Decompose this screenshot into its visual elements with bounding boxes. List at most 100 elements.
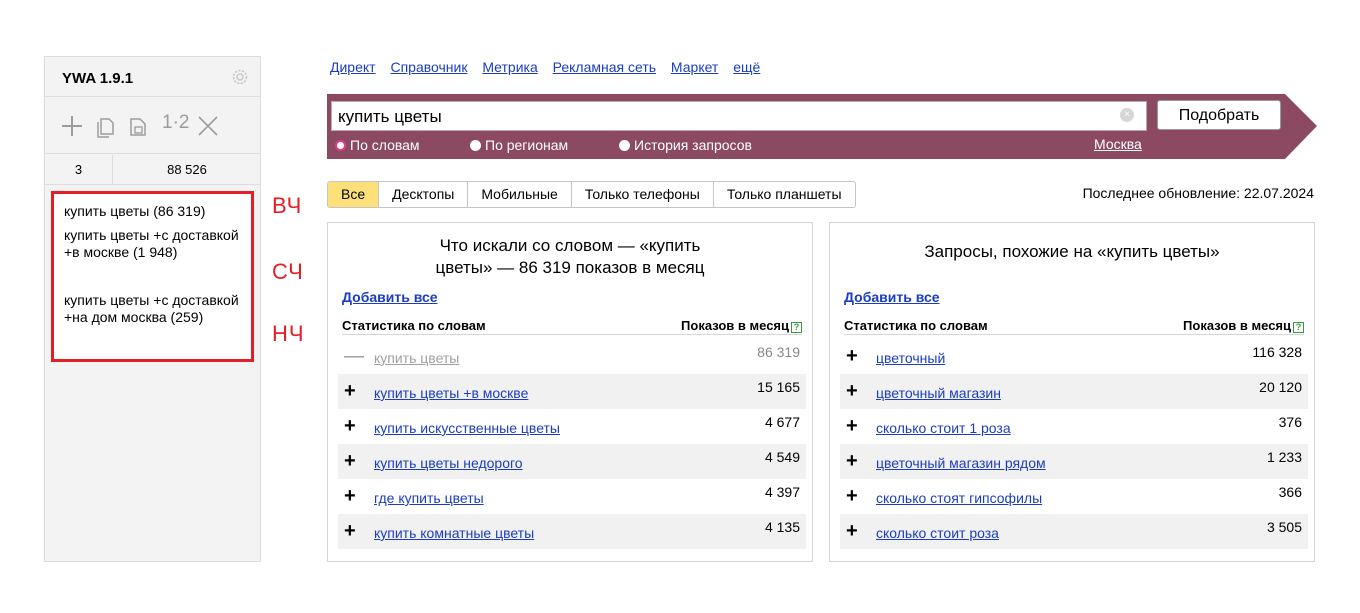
keyword-link[interactable]: купить цветы недорого [374,455,523,471]
table-row: + цветочный магазин рядом 1 233 [840,444,1308,479]
radio-selected-icon [335,140,346,151]
search-button[interactable]: Подобрать [1157,100,1281,130]
keyword-link[interactable]: сколько стоят гипсофилы [876,490,1042,506]
plus-icon[interactable]: + [846,381,858,401]
keyword-link[interactable]: цветочный [876,350,945,366]
keyword-link[interactable]: купить цветы [374,350,459,366]
impressions-count: 1 233 [1266,449,1302,465]
nav-link-metrika[interactable]: Метрика [482,59,537,75]
tab-mobile[interactable]: Мобильные [468,182,572,207]
keyword-link[interactable]: цветочный магазин [876,385,1001,401]
panel-title: Запросы, похожие на «купить цветы» [924,242,1220,261]
impressions-count: 3 505 [1266,519,1302,535]
keyword-item[interactable]: купить цветы +с доставкой +на дом москва… [64,292,254,326]
keyword-link[interactable]: купить искусственные цветы [374,420,560,436]
search-input[interactable]: купить цветы [331,101,1147,131]
table-row: + цветочный магазин 20 120 [840,374,1308,409]
mode-label: По регионам [485,137,569,153]
marker-low-frequency: НЧ [272,321,305,346]
table-row: + цветочный 116 328 [840,339,1308,374]
impressions-count: 4 397 [764,484,800,500]
plus-icon[interactable]: + [846,416,858,436]
keyword-item[interactable]: купить цветы +с доставкой +в москве (1 9… [64,227,254,261]
impressions-count: 15 165 [757,379,800,395]
table-row: + сколько стоит 1 роза 376 [840,409,1308,444]
export-icon[interactable] [125,113,151,139]
tab-tablets-only[interactable]: Только планшеты [713,182,855,207]
impressions-count: 366 [1278,484,1302,500]
copy-icon[interactable] [93,113,119,139]
impressions-count: 86 319 [757,344,800,360]
keyword-link[interactable]: где купить цветы [374,490,484,506]
add-all-link[interactable]: Добавить все [342,289,438,305]
table-row: + купить цветы недорого 4 549 [338,444,806,479]
plus-icon[interactable]: + [344,521,356,541]
keyword-link[interactable]: купить комнатные цветы [374,525,534,541]
top-nav: Директ Справочник Метрика Рекламная сеть… [330,59,771,75]
nav-link-direct[interactable]: Директ [330,59,376,75]
column-header-impressions: Показов в месяц? [1183,318,1304,333]
keyword-link[interactable]: купить цветы +в москве [374,385,528,401]
help-icon[interactable]: ? [791,322,802,333]
column-header-impressions: Показов в месяц? [681,318,802,333]
split-button[interactable]: 1·2 [162,112,189,134]
column-header: Статистика по словам Показов в месяц? [342,315,802,335]
plus-icon[interactable]: + [846,486,858,506]
close-icon[interactable] [195,113,221,139]
gear-icon[interactable] [230,67,250,87]
plus-icon[interactable]: + [344,416,356,436]
ywa-title: YWA 1.9.1 [62,70,134,87]
radio-icon [619,140,630,151]
plus-icon[interactable]: + [846,521,858,541]
results-panel-right: Запросы, похожие на «купить цветы» Добав… [829,222,1315,562]
region-link[interactable]: Москва [1094,136,1142,152]
table-row: — купить цветы 86 319 [338,339,806,374]
minus-icon[interactable]: — [344,346,364,366]
table-row: + купить искусственные цветы 4 677 [338,409,806,444]
add-icon[interactable] [59,113,85,139]
mode-history[interactable]: История запросов [619,137,752,153]
column-header: Статистика по словам Показов в месяц? [844,315,1304,335]
tab-all[interactable]: Все [328,182,380,207]
nav-link-more[interactable]: ещё [733,59,760,75]
mode-by-regions[interactable]: По регионам [470,137,568,153]
clear-icon[interactable]: × [1120,108,1134,122]
keyword-link[interactable]: сколько стоит роза [876,525,999,541]
panel-title: Что искали со словом — «купить цветы» — … [328,235,812,279]
help-icon[interactable]: ? [1293,322,1304,333]
mode-label: История запросов [634,137,752,153]
last-update: Последнее обновление: 22.07.2024 [1082,185,1314,201]
plus-icon[interactable]: + [846,451,858,471]
add-all-link[interactable]: Добавить все [844,289,940,305]
keyword-link[interactable]: цветочный магазин рядом [876,455,1046,471]
ywa-counts: 3 88 526 [45,155,260,185]
nav-link-ad-network[interactable]: Рекламная сеть [553,59,656,75]
keyword-item[interactable]: купить цветы (86 319) [64,203,254,220]
plus-icon[interactable]: + [344,486,356,506]
count-impressions: 88 526 [167,162,207,177]
column-header-words: Статистика по словам [342,318,486,333]
search-band-arrow [1285,94,1317,159]
mode-label: По словам [350,137,420,153]
impressions-count: 4 677 [764,414,800,430]
table-row: + где купить цветы 4 397 [338,479,806,514]
tab-desktops[interactable]: Десктопы [379,182,469,207]
mode-by-words[interactable]: По словам [335,137,420,153]
tab-phones-only[interactable]: Только телефоны [571,182,714,207]
impressions-count: 4 549 [764,449,800,465]
column-header-impressions-label: Показов в месяц [681,318,789,333]
search-query: купить цветы [338,107,442,126]
results-panel-left: Что искали со словом — «купить цветы» — … [327,222,813,562]
ywa-toolbar: 1·2 [45,98,260,154]
table-row: + сколько стоят гипсофилы 366 [840,479,1308,514]
impressions-count: 20 120 [1259,379,1302,395]
plus-icon[interactable]: + [846,346,858,366]
keyword-link[interactable]: сколько стоит 1 роза [876,420,1011,436]
nav-link-help[interactable]: Справочник [390,59,467,75]
impressions-count: 4 135 [764,519,800,535]
column-header-words: Статистика по словам [844,318,988,333]
count-keywords: 3 [45,155,113,184]
nav-link-market[interactable]: Маркет [671,59,718,75]
plus-icon[interactable]: + [344,381,356,401]
plus-icon[interactable]: + [344,451,356,471]
